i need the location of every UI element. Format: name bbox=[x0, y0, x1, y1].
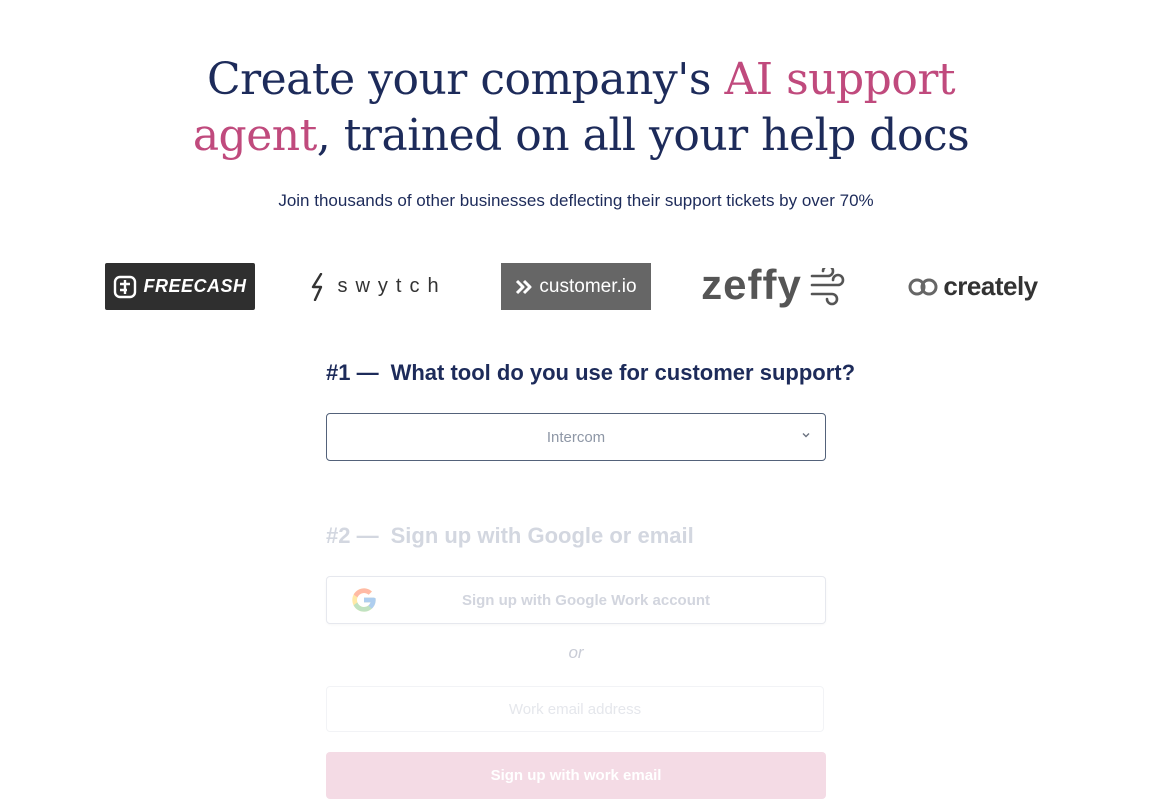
logo-customerio-text: customer.io bbox=[539, 275, 637, 297]
or-divider: or bbox=[568, 643, 584, 662]
logo-creately: creately bbox=[895, 263, 1050, 310]
chevron-down-icon bbox=[802, 433, 810, 438]
step1-heading: #1 — What tool do you use for customer su… bbox=[326, 360, 855, 386]
logo-zeffy: zeffy bbox=[697, 260, 852, 310]
hero-title: Create your company's AI support agent, … bbox=[0, 52, 1162, 164]
step1-title: What tool do you use for customer suppor… bbox=[390, 360, 856, 385]
hero-title-line1: Create your company's AI support bbox=[206, 54, 956, 105]
google-signup-button[interactable]: Sign up with Google Work account bbox=[326, 576, 826, 624]
google-icon bbox=[352, 588, 376, 612]
logo-customerio: customer.io bbox=[501, 263, 651, 310]
creately-infinity-icon bbox=[908, 278, 938, 295]
customerio-mark-icon bbox=[516, 279, 532, 294]
step2-title: Sign up with Google or email bbox=[390, 523, 694, 548]
step2-number: #2 — bbox=[326, 523, 379, 548]
freecash-mark-icon bbox=[114, 275, 137, 298]
logo-swytch-text: swytch bbox=[337, 275, 447, 297]
logo-creately-text: creately bbox=[943, 271, 1038, 301]
logo-freecash: FREECASH bbox=[105, 263, 255, 310]
zeffy-wind-icon bbox=[810, 267, 845, 305]
hero-subtitle: Join thousands of other businesses defle… bbox=[278, 191, 874, 210]
support-tool-select-value: Intercom bbox=[546, 428, 606, 446]
google-signup-label: Sign up with Google Work account bbox=[461, 591, 711, 609]
email-field[interactable] bbox=[326, 686, 824, 732]
step1-number: #1 — bbox=[326, 360, 379, 385]
email-signup-button[interactable]: Sign up with work email bbox=[326, 752, 826, 799]
logo-swytch: swytch bbox=[303, 263, 453, 310]
logo-zeffy-text: zeffy bbox=[701, 260, 802, 308]
step2-heading: #2 — Sign up with Google or email bbox=[326, 523, 694, 549]
logo-freecash-text: FREECASH bbox=[143, 276, 247, 296]
support-tool-select[interactable]: Intercom bbox=[326, 413, 826, 461]
hero-title-line2: agent, trained on all your help docs bbox=[192, 110, 970, 161]
swytch-bolt-icon bbox=[312, 272, 323, 301]
